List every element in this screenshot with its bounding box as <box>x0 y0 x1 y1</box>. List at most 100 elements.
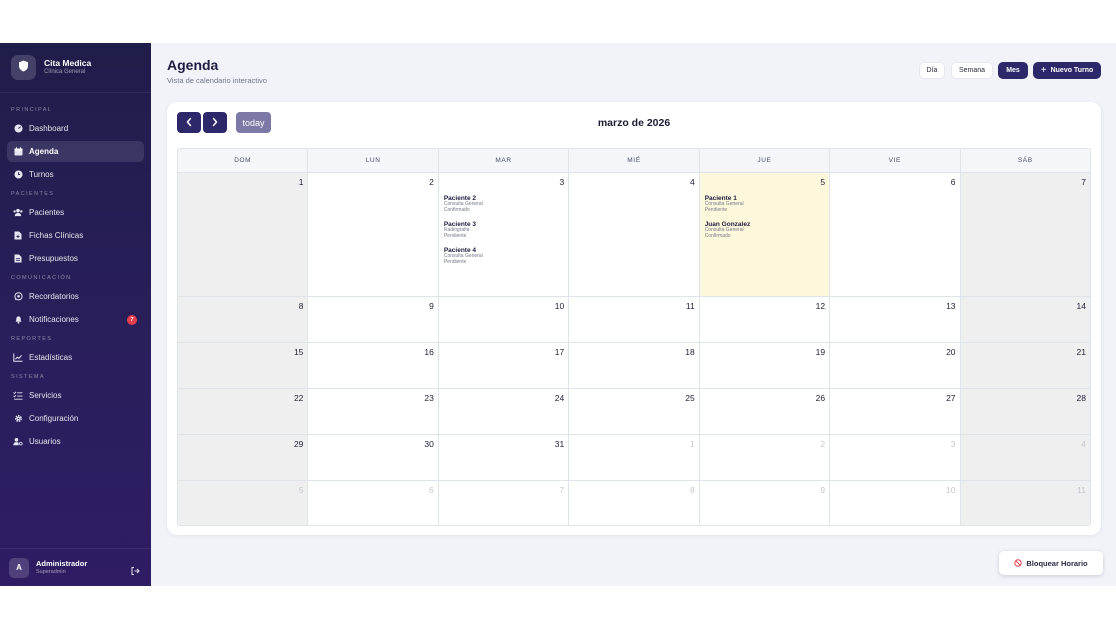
day-cell[interactable]: 18 <box>569 343 700 388</box>
sidebar-item-fichas-clinicas[interactable]: Fichas Clínicas <box>7 225 144 246</box>
block-schedule-button[interactable]: Bloquear Horario <box>999 551 1103 575</box>
day-cell[interactable]: 12 <box>700 297 831 342</box>
dashboard-icon <box>13 124 23 134</box>
sidebar-item-label: Estadísticas <box>29 353 73 362</box>
day-cell[interactable]: 1 <box>178 173 309 296</box>
sidebar-item-label: Pacientes <box>29 208 65 217</box>
user-gear-icon <box>13 437 23 447</box>
sidebar-item-label: Dashboard <box>29 124 69 133</box>
view-week-button[interactable]: Semana <box>951 62 993 79</box>
day-cell[interactable]: 9 <box>308 297 439 342</box>
day-cell[interactable]: 9 <box>700 481 831 525</box>
day-cell[interactable]: 7 <box>439 481 570 525</box>
sidebar-item-usuarios[interactable]: Usuarios <box>7 431 144 452</box>
weekday-header-cell: JUE <box>700 149 831 172</box>
day-cell[interactable]: 5 Paciente 1 Consulta General Pendiente Juan… <box>699 173 831 296</box>
sidebar-item-estadisticas[interactable]: Estadísticas <box>7 347 144 368</box>
day-cell[interactable]: 2 <box>700 435 831 480</box>
day-cell[interactable]: 6 <box>830 173 961 296</box>
brand: Cita Medica Clínica General <box>0 43 151 93</box>
plus-icon: + <box>1040 65 1047 76</box>
view-month-button[interactable]: Mes <box>998 62 1028 79</box>
day-cell[interactable]: 7 <box>960 173 1090 296</box>
day-cell[interactable]: 8 <box>569 481 700 525</box>
logout-icon[interactable] <box>130 563 140 576</box>
day-cell[interactable]: 11 <box>569 297 700 342</box>
event-status: Pendiente <box>704 207 728 214</box>
brand-title: Cita Medica <box>44 58 92 69</box>
event-status: Confirmado <box>704 233 731 240</box>
sidebar-item-notificaciones[interactable]: Notificaciones 7 <box>7 309 144 330</box>
day-cell[interactable]: 22 <box>178 389 309 434</box>
day-number: 27 <box>946 393 956 403</box>
appointment-event[interactable]: Paciente 1 Consulta General Pendiente <box>705 195 751 214</box>
new-appointment-button[interactable]: + Nuevo Turno <box>1033 62 1101 79</box>
day-cell[interactable]: 2 <box>308 173 439 296</box>
day-cell[interactable]: 3 <box>830 435 961 480</box>
appointment-event[interactable]: Paciente 2 Consulta General Confirmado <box>444 195 483 214</box>
day-cell[interactable]: 25 <box>569 389 700 434</box>
day-number: 10 <box>554 301 565 311</box>
day-cell[interactable]: 20 <box>830 343 961 388</box>
day-cell[interactable]: 5 <box>178 481 309 525</box>
gear-icon <box>13 414 23 424</box>
day-cell[interactable]: 24 <box>439 389 570 434</box>
day-cell[interactable]: 6 <box>308 481 439 525</box>
day-cell[interactable]: 21 <box>960 343 1090 388</box>
day-cell[interactable]: 10 <box>439 297 570 342</box>
day-cell[interactable]: 3 Paciente 2 Consulta General Confirmado Pac… <box>439 173 570 296</box>
day-cell[interactable]: 19 <box>700 343 831 388</box>
appointment-event[interactable]: Paciente 4 Consulta General Pendiente <box>444 247 483 266</box>
appointment-event[interactable]: Juan Gonzalez Consulta General Confirmado <box>705 221 751 240</box>
shield-icon <box>18 59 29 77</box>
day-cell[interactable]: 30 <box>308 435 439 480</box>
user-profile[interactable]: A Administrador Superadmin <box>0 548 151 586</box>
day-cell[interactable]: 28 <box>960 389 1090 434</box>
sidebar-nav: PRINCIPAL Dashboard Agenda Turnos PACIENTES P… <box>0 107 151 452</box>
day-cell[interactable]: 29 <box>178 435 309 480</box>
prev-month-button[interactable] <box>177 112 201 133</box>
weekday-header: DOM LUN MAR MIÉ JUE VIE SÁB <box>178 149 1090 173</box>
day-cell[interactable]: 26 <box>700 389 831 434</box>
sidebar-item-label: Configuración <box>29 414 79 423</box>
day-cell[interactable]: 11 <box>960 481 1090 525</box>
nav-section-2: COMUNICACIÓN <box>11 275 72 281</box>
day-cell[interactable]: 31 <box>439 435 570 480</box>
sidebar-item-recordatorios[interactable]: Recordatorios <box>7 286 144 307</box>
day-cell[interactable]: 8 <box>178 297 309 342</box>
day-cell[interactable]: 27 <box>830 389 961 434</box>
sidebar-item-dashboard[interactable]: Dashboard <box>7 118 144 139</box>
sidebar-item-pacientes[interactable]: Pacientes <box>7 202 144 223</box>
sidebar-item-configuracion[interactable]: Configuración <box>7 408 144 429</box>
sidebar-item-presupuestos[interactable]: Presupuestos <box>7 248 144 269</box>
day-cell[interactable]: 23 <box>308 389 439 434</box>
new-appointment-label: Nuevo Turno <box>1050 67 1094 74</box>
day-cell[interactable]: 17 <box>439 343 570 388</box>
day-cell[interactable]: 4 <box>960 435 1090 480</box>
today-button[interactable]: today <box>236 112 271 133</box>
day-number: 12 <box>815 301 826 311</box>
day-cell[interactable]: 10 <box>830 481 961 525</box>
calendar-card: today marzo de 2026 DOM LUN MAR MIÉ JUE VIE SÁ… <box>167 102 1101 535</box>
sidebar-item-turnos[interactable]: Turnos <box>7 164 144 185</box>
day-cell[interactable]: 1 <box>569 435 700 480</box>
view-day-button[interactable]: Día <box>919 62 945 79</box>
sidebar-item-servicios[interactable]: Servicios <box>7 385 144 406</box>
day-number: 2 <box>820 439 826 449</box>
day-cell[interactable]: 15 <box>178 343 309 388</box>
month-title: marzo de 2026 <box>597 117 671 129</box>
day-number: 4 <box>689 177 695 187</box>
day-number: 11 <box>685 301 695 311</box>
appointment-event[interactable]: Paciente 3 Radiografia Pendiente <box>444 221 483 240</box>
page-subtitle: Vista de calendario interactivo <box>167 76 267 85</box>
sidebar-item-agenda[interactable]: Agenda <box>7 141 144 162</box>
whatsapp-icon <box>13 292 23 302</box>
users-icon <box>13 208 23 218</box>
day-cell[interactable]: 14 <box>960 297 1090 342</box>
block-schedule-label: Bloquear Horario <box>1026 558 1088 568</box>
day-cell[interactable]: 16 <box>308 343 439 388</box>
day-cell[interactable]: 13 <box>830 297 961 342</box>
day-cell[interactable]: 4 <box>569 173 700 296</box>
next-month-button[interactable] <box>203 112 227 133</box>
day-number: 24 <box>554 393 565 403</box>
